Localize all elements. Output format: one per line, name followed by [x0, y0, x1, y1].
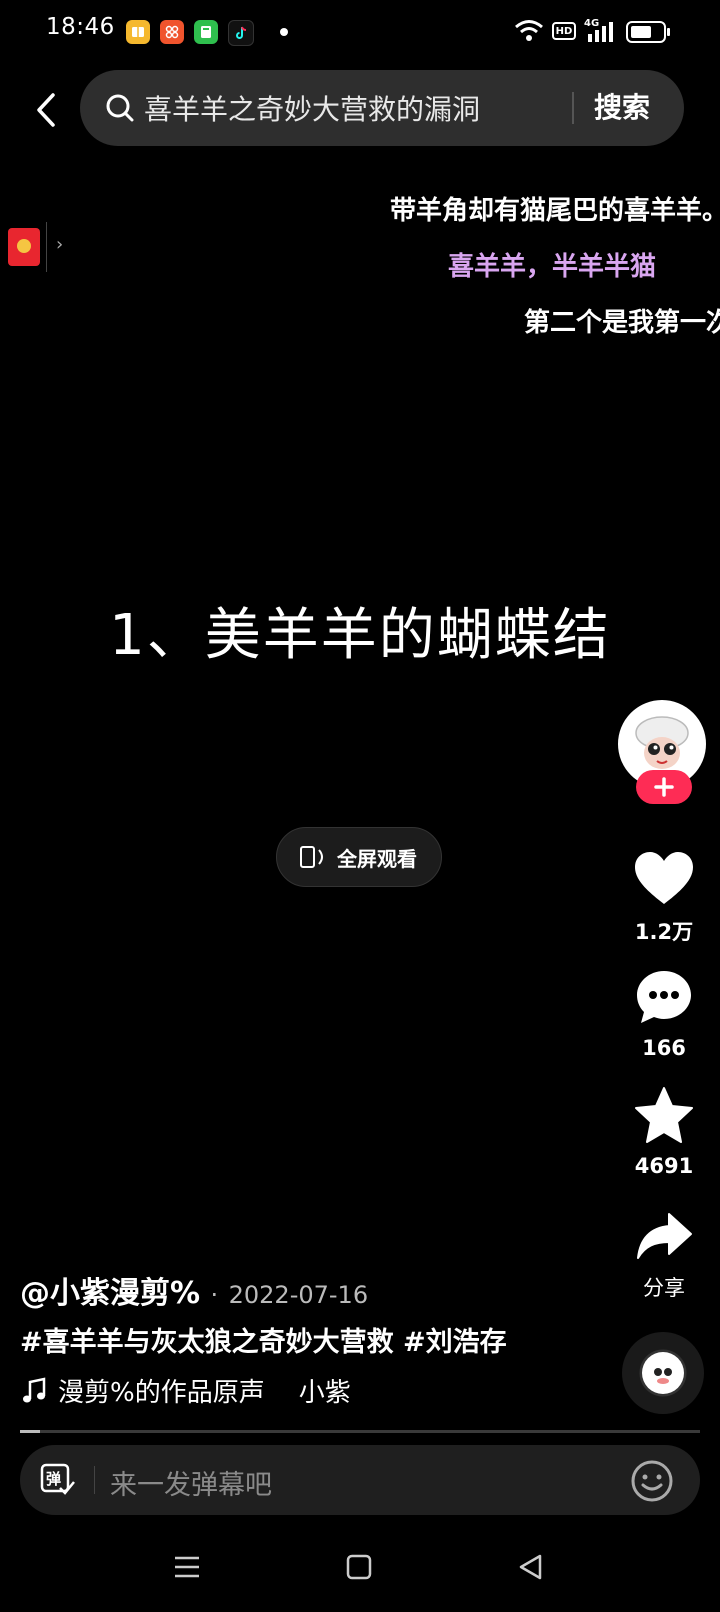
back-nav-button[interactable] — [518, 1554, 544, 1584]
search-bar[interactable]: 喜羊羊之奇妙大营救的漏洞 搜索 — [80, 70, 684, 146]
back-button[interactable] — [22, 86, 70, 134]
music-note-icon — [23, 1376, 46, 1402]
search-input[interactable]: 喜羊羊之奇妙大营救的漏洞 — [144, 88, 480, 128]
status-bar: 18:46 HD 4G — [0, 0, 720, 64]
comment-divider — [94, 1466, 95, 1494]
danmaku-item: 第二个是我第一次 — [524, 308, 720, 338]
post-date: 2022-07-16 — [228, 1281, 369, 1309]
video-progress-bar[interactable] — [20, 1430, 700, 1433]
heart-icon — [635, 852, 693, 904]
system-nav-bar — [0, 1540, 720, 1612]
books-app-icon — [126, 20, 150, 44]
share-label: 分享 — [643, 1276, 685, 1300]
packet-divider — [46, 222, 47, 272]
comment-count: 166 — [642, 1036, 686, 1060]
hashtags[interactable]: #喜羊羊与灰太狼之奇妙大营救 #刘浩存 — [20, 1320, 507, 1359]
notification-dot-icon — [280, 28, 288, 36]
emoji-icon — [631, 1460, 673, 1502]
back-arrow-icon — [37, 93, 55, 127]
author-name[interactable]: @小紫漫剪% — [20, 1276, 200, 1311]
battery-icon — [626, 20, 672, 48]
search-icon — [104, 92, 136, 124]
danmaku-input-bar[interactable]: 弹 来一发弹幕吧 — [20, 1445, 700, 1515]
calculator-app-icon — [194, 20, 218, 44]
menu-icon — [175, 1556, 199, 1578]
music-row[interactable]: 漫剪%的作品原声 小紫 — [20, 1372, 351, 1409]
signal-icon — [586, 20, 618, 48]
music-cover-icon — [642, 1352, 684, 1394]
share-arrow-icon — [637, 1213, 692, 1259]
back-triangle-icon — [519, 1554, 542, 1580]
social-app-icon — [160, 20, 184, 44]
tiktok-app-icon — [228, 20, 254, 46]
comment-bubble-icon — [637, 971, 691, 1023]
comment-button[interactable]: 166 — [620, 968, 708, 1060]
video-progress-fill — [20, 1430, 41, 1433]
danmaku-toggle-label: 弹 — [46, 1470, 62, 1488]
chevron-right-icon[interactable]: › — [56, 234, 63, 255]
date-separator: · — [210, 1281, 219, 1309]
hd-icon: HD — [552, 22, 576, 40]
video-overlay-title: 1、美羊羊的蝴蝶结 — [109, 603, 611, 668]
plus-icon — [654, 777, 674, 797]
author-line: @小紫漫剪% · 2022-07-16 — [20, 1268, 368, 1312]
menu-nav-button[interactable] — [174, 1554, 200, 1584]
star-icon — [635, 1087, 693, 1143]
music-artist: 小紫 — [298, 1378, 351, 1408]
follow-button[interactable] — [636, 770, 692, 804]
danmaku-item: 带羊角却有猫尾巴的喜羊羊。 — [390, 196, 720, 226]
search-divider — [572, 92, 574, 124]
wifi-icon — [514, 18, 544, 48]
fullscreen-label: 全屏观看 — [337, 846, 417, 871]
red-packet-icon[interactable] — [8, 228, 40, 266]
home-nav-button[interactable] — [346, 1554, 372, 1584]
favorite-count: 4691 — [634, 1154, 694, 1178]
danmaku-input[interactable]: 来一发弹幕吧 — [110, 1463, 272, 1502]
like-button[interactable]: 1.2万 — [620, 850, 708, 946]
emoji-button[interactable] — [630, 1459, 674, 1503]
search-submit-button[interactable]: 搜索 — [594, 86, 650, 126]
fullscreen-button[interactable]: 全屏观看 — [276, 827, 442, 887]
share-button[interactable]: 分享 — [620, 1210, 708, 1302]
home-square-icon — [346, 1554, 372, 1580]
like-count: 1.2万 — [634, 920, 694, 944]
music-disc[interactable] — [622, 1332, 704, 1414]
music-title: 漫剪%的作品原声 — [58, 1378, 265, 1408]
danmaku-item: 喜羊羊，半羊半猫 — [448, 252, 657, 282]
favorite-button[interactable]: 4691 — [620, 1086, 708, 1178]
danmaku-toggle-button[interactable]: 弹 — [40, 1462, 76, 1498]
status-time: 18:46 — [46, 14, 115, 40]
rotate-screen-icon — [300, 846, 323, 868]
